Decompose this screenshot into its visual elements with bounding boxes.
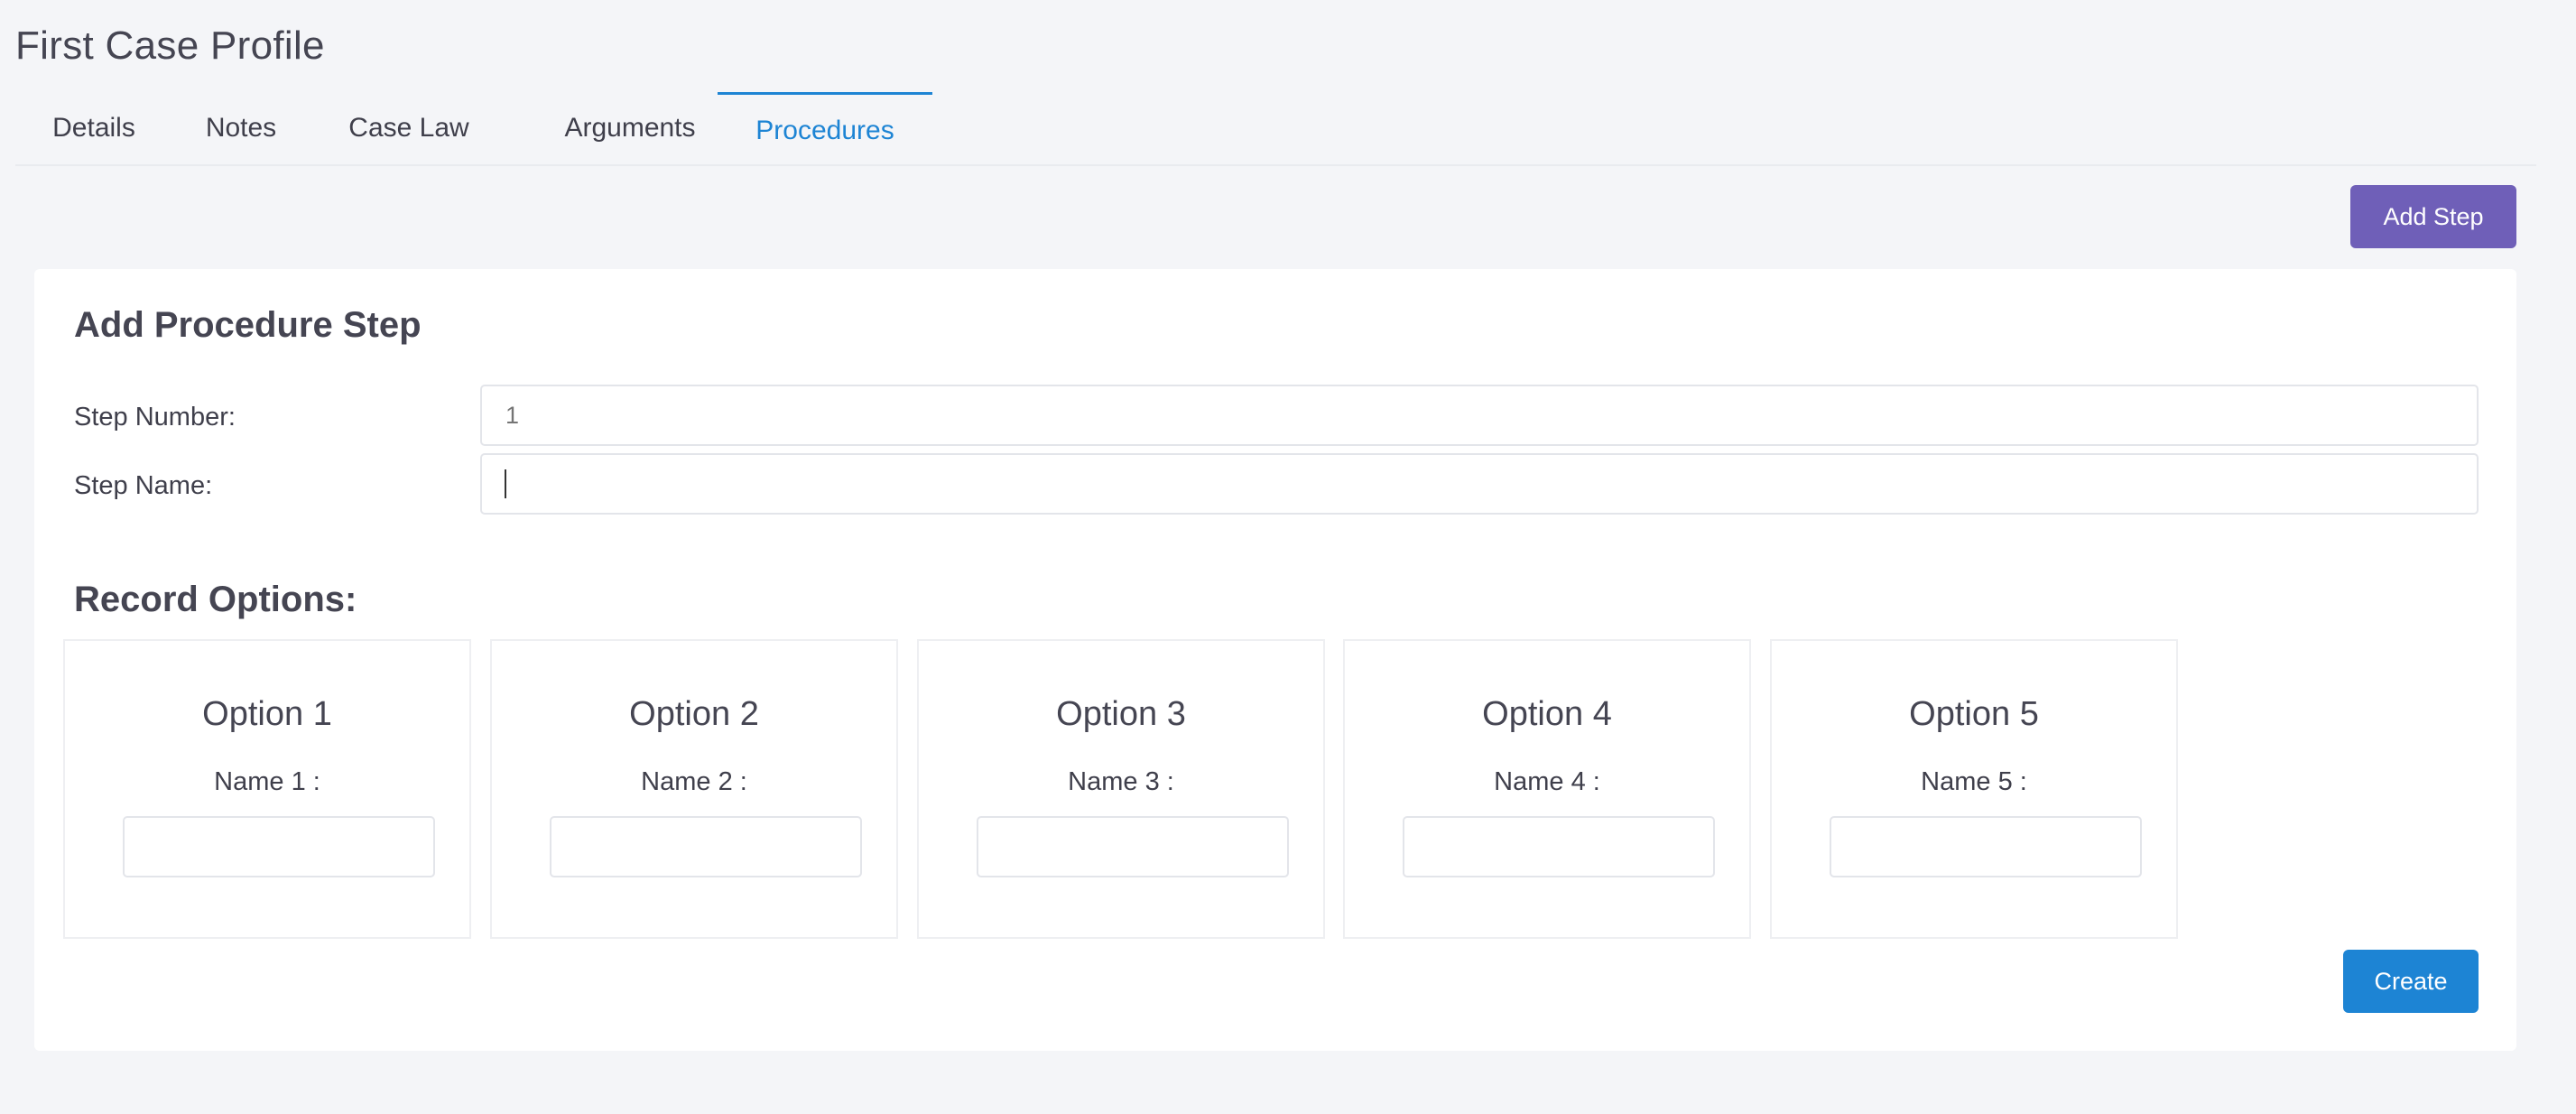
- form-title: Add Procedure Step: [74, 305, 422, 345]
- step-number-label: Step Number:: [74, 403, 236, 432]
- step-name-label: Step Name:: [74, 471, 213, 500]
- create-button[interactable]: Create: [2343, 950, 2479, 1013]
- record-options-title: Record Options:: [74, 580, 357, 619]
- option-title: Option 1: [202, 695, 332, 733]
- tab-arguments[interactable]: Arguments: [532, 90, 728, 166]
- tab-case-law[interactable]: Case Law: [344, 90, 474, 166]
- option-title: Option 5: [1909, 695, 2039, 733]
- option-1-name-input[interactable]: [123, 816, 435, 877]
- tab-procedures[interactable]: Procedures: [718, 92, 932, 166]
- option-title: Option 4: [1482, 695, 1612, 733]
- option-4-name-input[interactable]: [1403, 816, 1715, 877]
- option-card-5: Option 5 Name 5 :: [1770, 639, 2178, 939]
- option-name-label: Name 5 :: [1921, 767, 2027, 796]
- tab-notes[interactable]: Notes: [201, 90, 281, 166]
- option-name-label: Name 1 :: [214, 767, 320, 796]
- option-card-4: Option 4 Name 4 :: [1343, 639, 1751, 939]
- option-5-name-input[interactable]: [1830, 816, 2142, 877]
- option-title: Option 3: [1056, 695, 1186, 733]
- tab-details[interactable]: Details: [48, 90, 140, 166]
- page: First Case Profile Details Notes Case La…: [0, 0, 2576, 1114]
- option-2-name-input[interactable]: [550, 816, 862, 877]
- step-number-input[interactable]: [480, 385, 2479, 446]
- option-card-3: Option 3 Name 3 :: [917, 639, 1325, 939]
- tab-bar: Details Notes Case Law Arguments Procedu…: [15, 90, 2536, 166]
- option-card-2: Option 2 Name 2 :: [490, 639, 898, 939]
- text-caret: [505, 469, 506, 498]
- add-step-button[interactable]: Add Step: [2350, 185, 2516, 248]
- add-procedure-step-card: Add Procedure Step Step Number: Step Nam…: [34, 269, 2516, 1051]
- page-title: First Case Profile: [15, 23, 325, 68]
- option-name-label: Name 2 :: [641, 767, 747, 796]
- option-name-label: Name 3 :: [1068, 767, 1174, 796]
- option-title: Option 2: [629, 695, 759, 733]
- step-name-input[interactable]: [480, 453, 2479, 515]
- option-3-name-input[interactable]: [977, 816, 1289, 877]
- option-name-label: Name 4 :: [1494, 767, 1600, 796]
- option-card-1: Option 1 Name 1 :: [63, 639, 471, 939]
